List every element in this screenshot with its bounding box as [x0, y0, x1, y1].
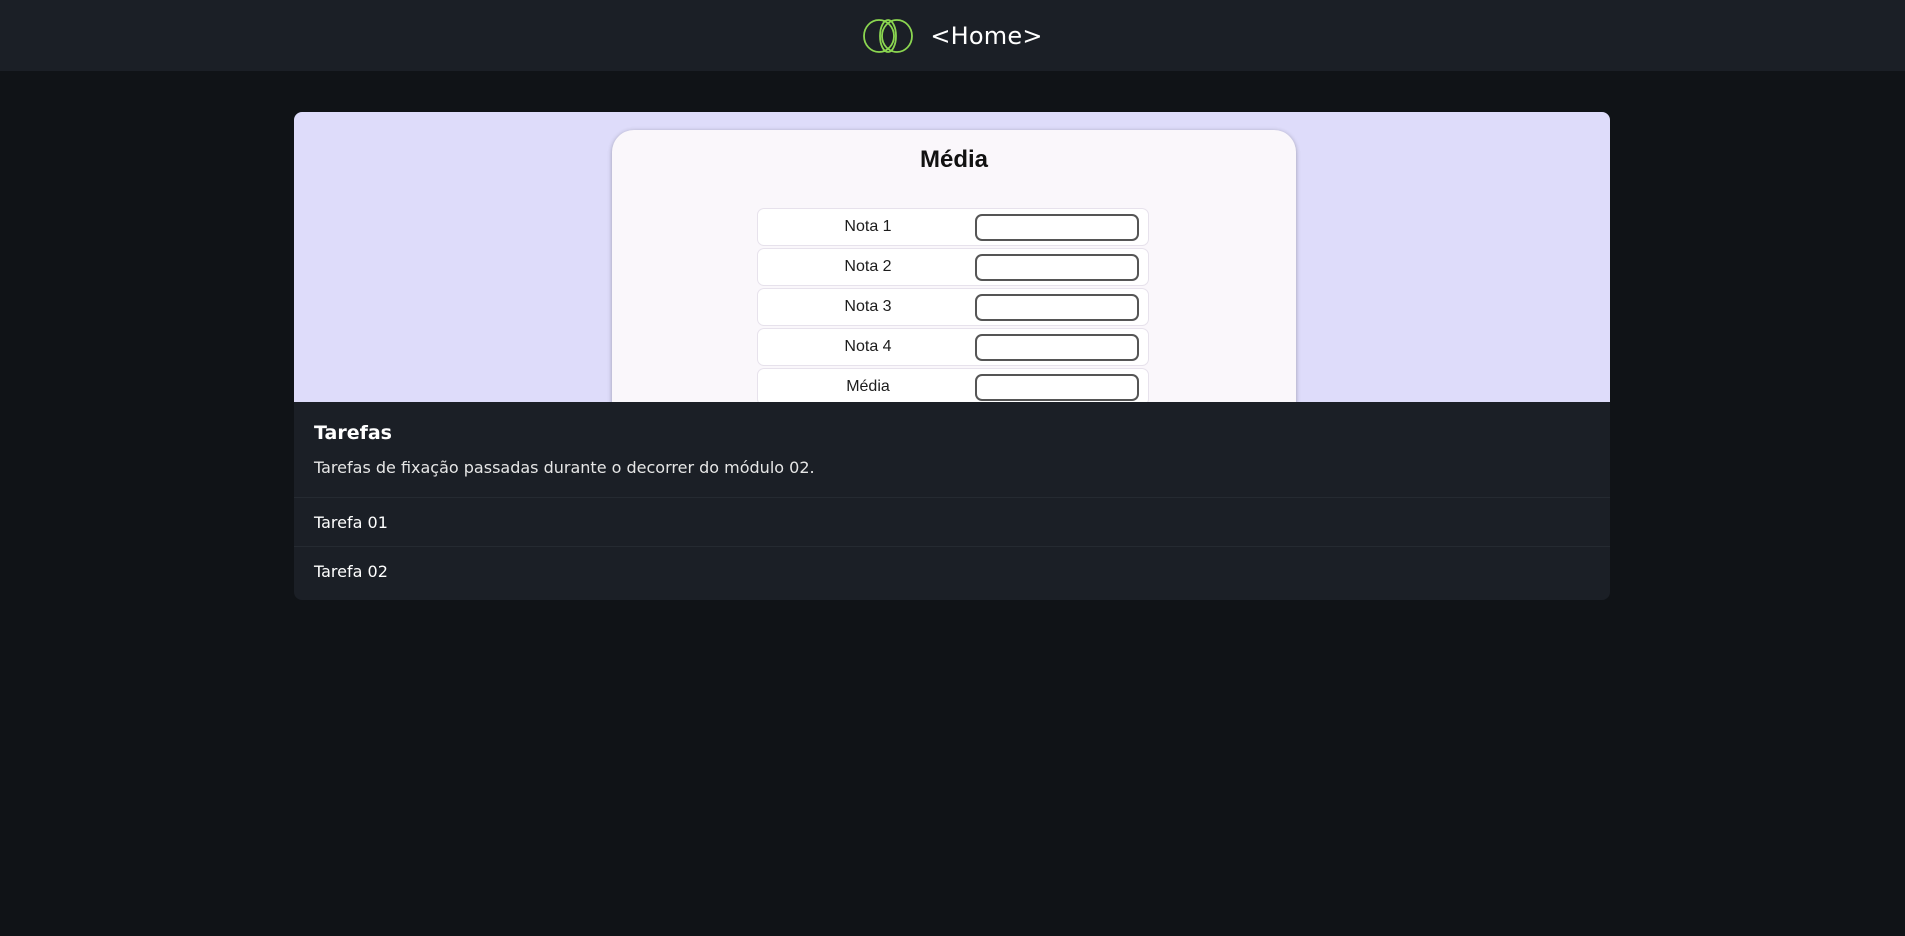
media-form-card: Média Nota 1 Nota 2 Nota 3 Nota 4 Média [612, 130, 1296, 402]
grade-row-nota-3: Nota 3 [757, 288, 1149, 326]
home-title: <Home> [930, 21, 1043, 50]
preview-image: Média Nota 1 Nota 2 Nota 3 Nota 4 Média [294, 112, 1610, 402]
grade-label: Nota 2 [844, 258, 892, 275]
nota-2-input[interactable] [975, 253, 1139, 281]
card-body: Tarefas Tarefas de fixação passadas dura… [294, 402, 1610, 595]
task-list: Tarefa 01 Tarefa 02 [294, 497, 1610, 595]
media-input[interactable] [975, 373, 1139, 401]
task-link-02[interactable]: Tarefa 02 [294, 546, 1610, 595]
grade-label: Média [846, 378, 890, 395]
card-title: Tarefas [314, 422, 392, 444]
grade-label: Nota 4 [844, 338, 892, 355]
form-title: Média [919, 146, 988, 173]
nota-3-input[interactable] [975, 293, 1139, 321]
grade-row-nota-2: Nota 2 [757, 248, 1149, 286]
grade-row-media: Média [757, 368, 1149, 402]
triple-ring-logo-icon [863, 18, 914, 53]
grade-label: Nota 3 [844, 298, 892, 315]
top-navbar: <Home> [0, 0, 1905, 71]
grade-row-nota-4: Nota 4 [757, 328, 1149, 366]
nota-4-input[interactable] [975, 333, 1139, 361]
card-description: Tarefas de fixação passadas durante o de… [314, 458, 815, 477]
home-link[interactable]: <Home> [862, 17, 1042, 55]
nota-1-input[interactable] [975, 213, 1139, 241]
grade-row-nota-1: Nota 1 [757, 208, 1149, 246]
grade-rows: Nota 1 Nota 2 Nota 3 Nota 4 Média [757, 208, 1149, 402]
grade-label: Nota 1 [844, 218, 892, 235]
task-link-01[interactable]: Tarefa 01 [294, 497, 1610, 546]
module-card: Média Nota 1 Nota 2 Nota 3 Nota 4 Média … [294, 112, 1610, 600]
